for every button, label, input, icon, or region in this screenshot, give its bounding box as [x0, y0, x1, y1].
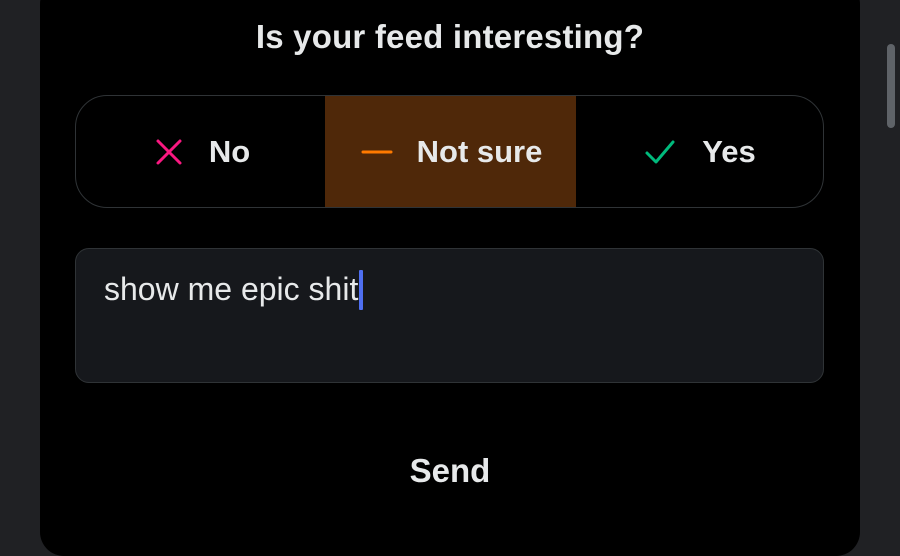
dialog-title: Is your feed interesting? — [255, 18, 645, 55]
send-button[interactable]: Send — [410, 452, 491, 489]
checkmark-icon — [642, 134, 678, 170]
dash-icon — [359, 134, 395, 170]
option-no-label: No — [208, 133, 251, 169]
option-yes-button[interactable]: Yes — [576, 96, 822, 207]
option-no-button[interactable]: No — [76, 96, 325, 207]
feed-rating-selector: No Not sure Yes — [75, 95, 824, 208]
option-yes-label: Yes — [702, 133, 756, 169]
scrollbar-thumb[interactable] — [887, 44, 895, 128]
text-caret — [359, 269, 364, 310]
option-not-sure-label: Not sure — [416, 133, 543, 169]
send-row: Send — [0, 452, 900, 490]
option-not-sure-button[interactable]: Not sure — [325, 96, 576, 207]
screen: Is your feed interesting? No Not sure Ye… — [0, 0, 900, 556]
feedback-text: show me epic shit — [104, 271, 359, 308]
x-icon — [151, 134, 187, 170]
feedback-textarea[interactable]: show me epic shit — [75, 248, 824, 383]
